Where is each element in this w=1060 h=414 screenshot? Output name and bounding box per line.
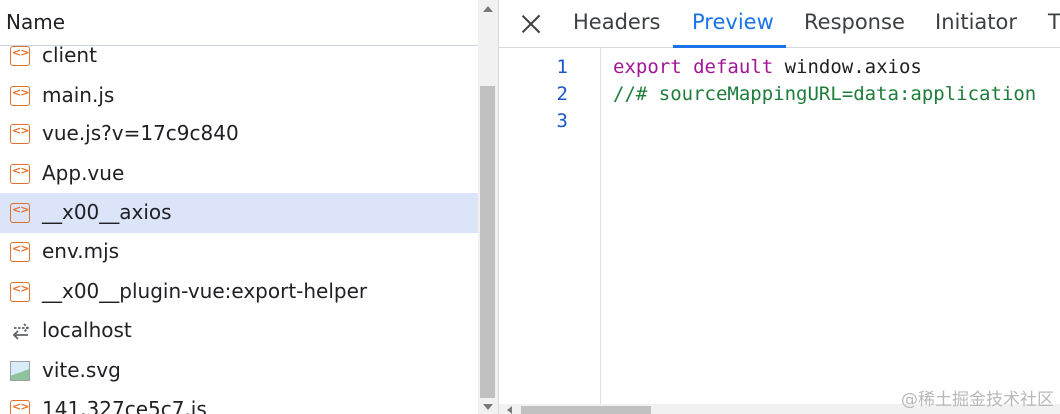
script-file-icon <box>10 400 30 414</box>
vertical-scrollbar[interactable] <box>478 0 498 414</box>
request-row[interactable]: client <box>0 46 478 76</box>
request-name: main.js <box>42 83 115 107</box>
line-number: 1 <box>556 56 568 78</box>
script-file-icon <box>10 282 30 302</box>
request-row-selected[interactable]: __x00__axios <box>0 193 478 233</box>
request-name: vite.svg <box>42 358 121 382</box>
detail-tab-bar: Headers Preview Response Initiator T <box>499 0 1060 48</box>
request-row[interactable]: env.mjs <box>0 232 478 272</box>
tab-preview[interactable]: Preview <box>692 10 774 34</box>
line-number: 3 <box>556 110 568 132</box>
request-name: __x00__axios <box>42 200 172 224</box>
request-name: __x00__plugin-vue:export-helper <box>42 279 368 303</box>
request-row[interactable]: vite.svg <box>0 351 478 391</box>
request-detail-panel: Headers Preview Response Initiator T 1 2… <box>499 0 1060 414</box>
close-icon[interactable] <box>519 12 543 36</box>
request-row[interactable]: vue.js?v=17c9c840 <box>0 114 478 154</box>
tab-headers[interactable]: Headers <box>573 10 660 34</box>
request-list-panel: Name client main.js vue.js?v=17c9c840 Ap… <box>0 0 498 414</box>
horizontal-scrollbar-thumb[interactable] <box>521 406 651 414</box>
request-name: App.vue <box>42 161 125 185</box>
watermark: @稀土掘金技术社区 <box>901 390 1054 410</box>
preview-code-viewer[interactable]: 1 2 3 export default window.axios //# so… <box>499 48 1060 404</box>
request-row[interactable]: __x00__plugin-vue:export-helper <box>0 272 478 312</box>
scroll-down-arrow-icon[interactable] <box>483 404 493 410</box>
request-name: localhost <box>42 318 132 342</box>
line-number: 2 <box>556 83 568 105</box>
scroll-up-arrow-icon[interactable] <box>483 6 493 12</box>
image-file-icon <box>10 361 30 381</box>
scrollbar-thumb[interactable] <box>480 86 495 398</box>
tab-initiator[interactable]: Initiator <box>935 10 1017 34</box>
request-row[interactable]: localhost <box>0 311 478 351</box>
code-line: export default window.axios <box>613 56 922 78</box>
request-name: env.mjs <box>42 239 120 263</box>
tab-response[interactable]: Response <box>804 10 905 34</box>
code-text: window.axios <box>773 56 922 78</box>
code-line: //# sourceMappingURL=data:application <box>613 83 1036 105</box>
request-name: 141.327ce5c7.js <box>42 397 207 414</box>
code-comment: //# sourceMappingURL=data:application <box>613 83 1037 105</box>
scroll-left-arrow-icon[interactable] <box>507 406 512 414</box>
tab-timing[interactable]: T <box>1048 10 1060 34</box>
script-file-icon <box>10 164 30 184</box>
script-file-icon <box>10 86 30 106</box>
script-file-icon <box>10 242 30 262</box>
script-file-icon <box>10 46 30 66</box>
script-file-icon <box>10 203 30 223</box>
name-column-label: Name <box>6 10 66 34</box>
code-keyword: export default <box>613 56 774 78</box>
request-rows: client main.js vue.js?v=17c9c840 App.vue… <box>0 46 478 414</box>
request-row[interactable]: main.js <box>0 76 478 116</box>
request-name: client <box>42 46 97 67</box>
request-row[interactable]: 141.327ce5c7.js <box>0 390 478 414</box>
name-column-header[interactable]: Name <box>0 0 478 46</box>
websocket-arrows-icon <box>12 323 30 340</box>
request-row[interactable]: App.vue <box>0 154 478 194</box>
request-name: vue.js?v=17c9c840 <box>42 121 239 145</box>
script-file-icon <box>10 124 30 144</box>
line-number-gutter: 1 2 3 <box>499 48 601 404</box>
